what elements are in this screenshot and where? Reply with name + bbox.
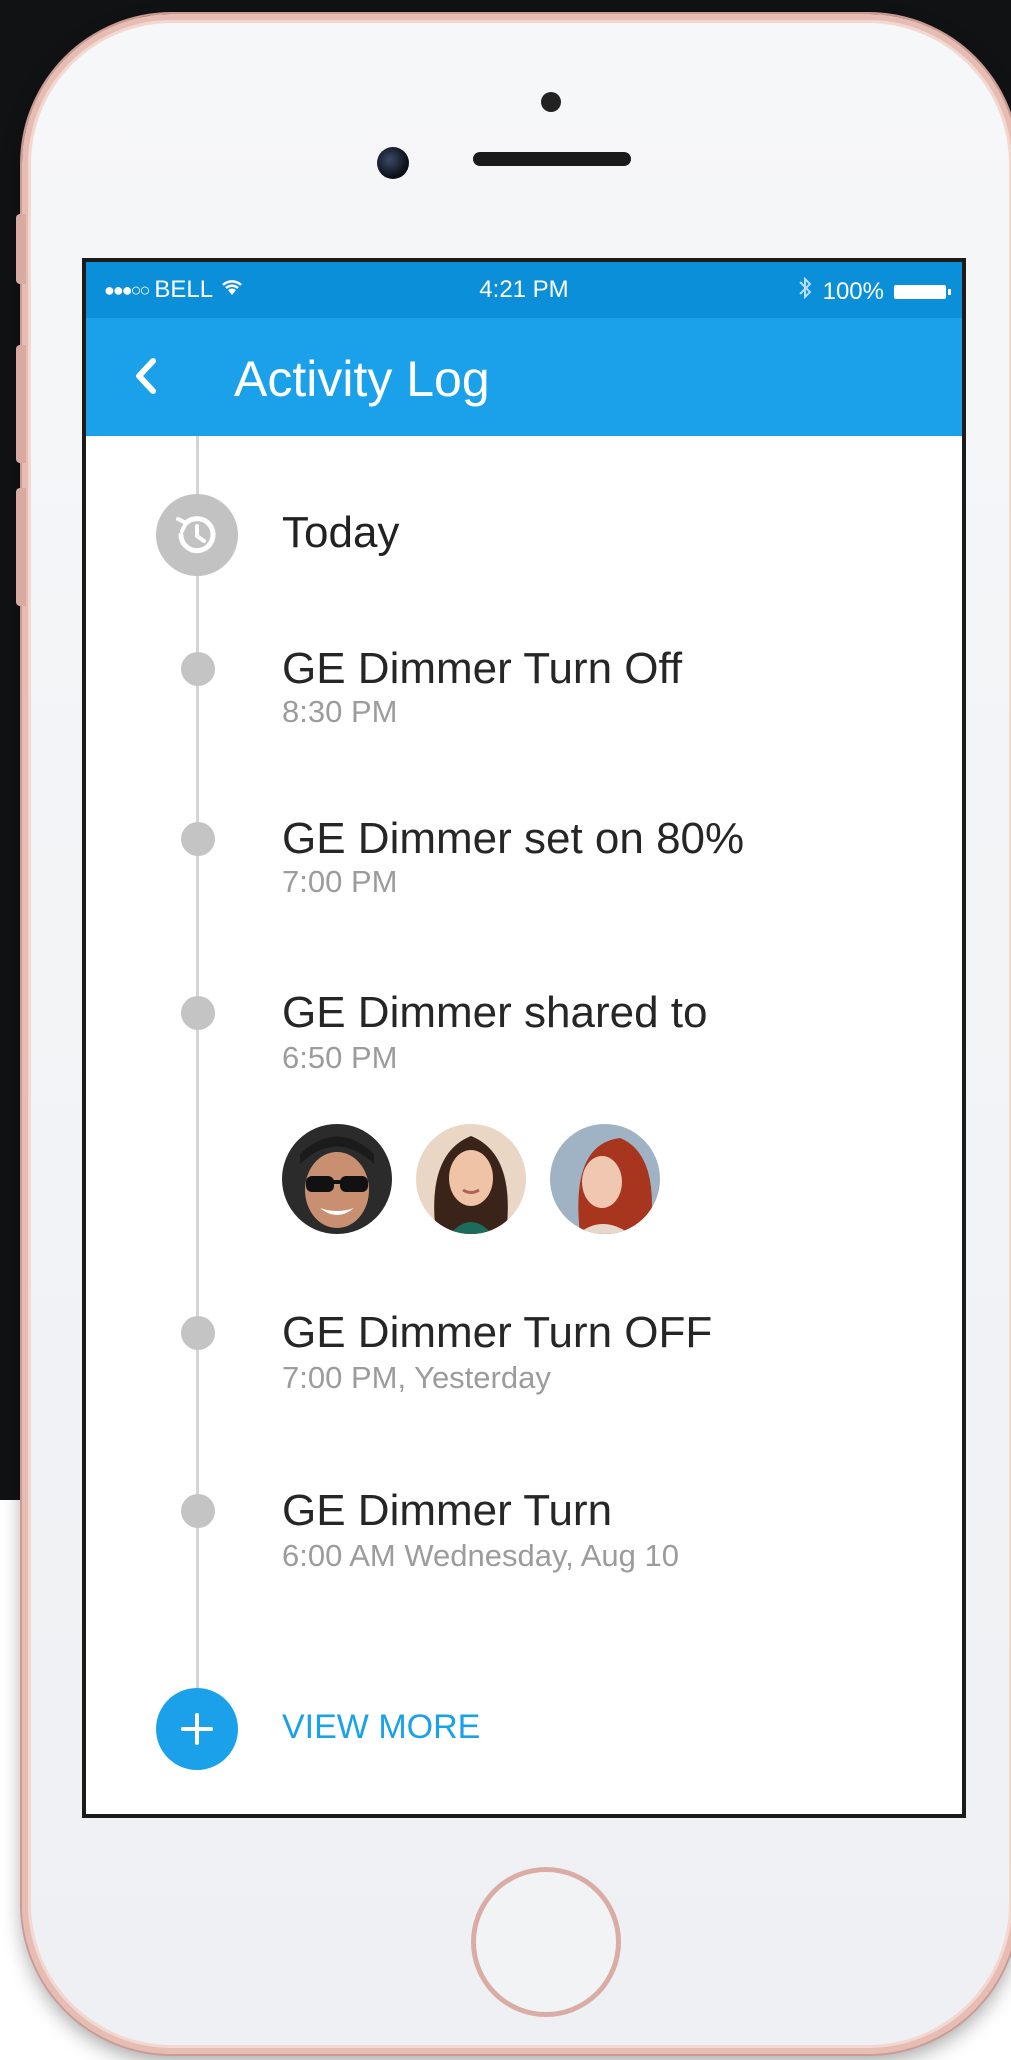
earpiece-speaker <box>473 152 631 166</box>
app-bar: Activity Log <box>86 318 962 436</box>
front-camera <box>377 147 409 179</box>
proximity-sensor <box>541 92 561 112</box>
back-button[interactable] <box>116 346 176 406</box>
avatar-woman-dark-hair[interactable] <box>416 1124 526 1234</box>
timeline-line <box>196 436 199 1724</box>
timeline-dot <box>181 652 215 686</box>
entry-time: 7:00 PM, Yesterday <box>282 1360 551 1395</box>
section-label-today: Today <box>282 508 400 557</box>
battery-percent: 100% <box>822 277 884 305</box>
page-title: Activity Log <box>234 351 490 407</box>
history-icon <box>156 494 238 576</box>
home-button[interactable] <box>471 1867 621 2017</box>
mute-switch <box>16 214 26 284</box>
timeline-dot <box>181 822 215 856</box>
entry-time: 6:50 PM <box>282 1040 398 1075</box>
screen: ●●●○○ BELL 4:21 PM 100% Activity Log Tod… <box>82 258 966 1818</box>
entry-title: GE Dimmer set on 80% <box>282 814 745 863</box>
entry-time: 7:00 PM <box>282 864 398 899</box>
view-more-button[interactable] <box>156 1688 238 1770</box>
entry-title: GE Dimmer shared to <box>282 988 708 1037</box>
avatar-man-sunglasses[interactable] <box>282 1124 392 1234</box>
bluetooth-icon <box>797 276 813 307</box>
plus-icon <box>181 1713 213 1745</box>
volume-up-button <box>16 345 26 463</box>
avatar-woman-red-hair[interactable] <box>550 1124 660 1234</box>
entry-title: GE Dimmer Turn <box>282 1486 613 1535</box>
timeline-dot <box>181 1316 215 1350</box>
entry-time: 8:30 PM <box>282 694 398 729</box>
volume-down-button <box>16 488 26 606</box>
chevron-left-icon <box>136 358 156 394</box>
entry-time: 6:00 AM Wednesday, Aug 10 <box>282 1538 679 1573</box>
entry-title: GE Dimmer Turn OFF <box>282 1308 713 1357</box>
status-bar: ●●●○○ BELL 4:21 PM 100% <box>86 262 962 318</box>
battery-icon <box>894 284 951 299</box>
entry-title: GE Dimmer Turn Off <box>282 644 683 693</box>
view-more-link[interactable]: VIEW MORE <box>282 1708 480 1747</box>
timeline-dot <box>181 996 215 1030</box>
timeline-dot <box>181 1494 215 1528</box>
